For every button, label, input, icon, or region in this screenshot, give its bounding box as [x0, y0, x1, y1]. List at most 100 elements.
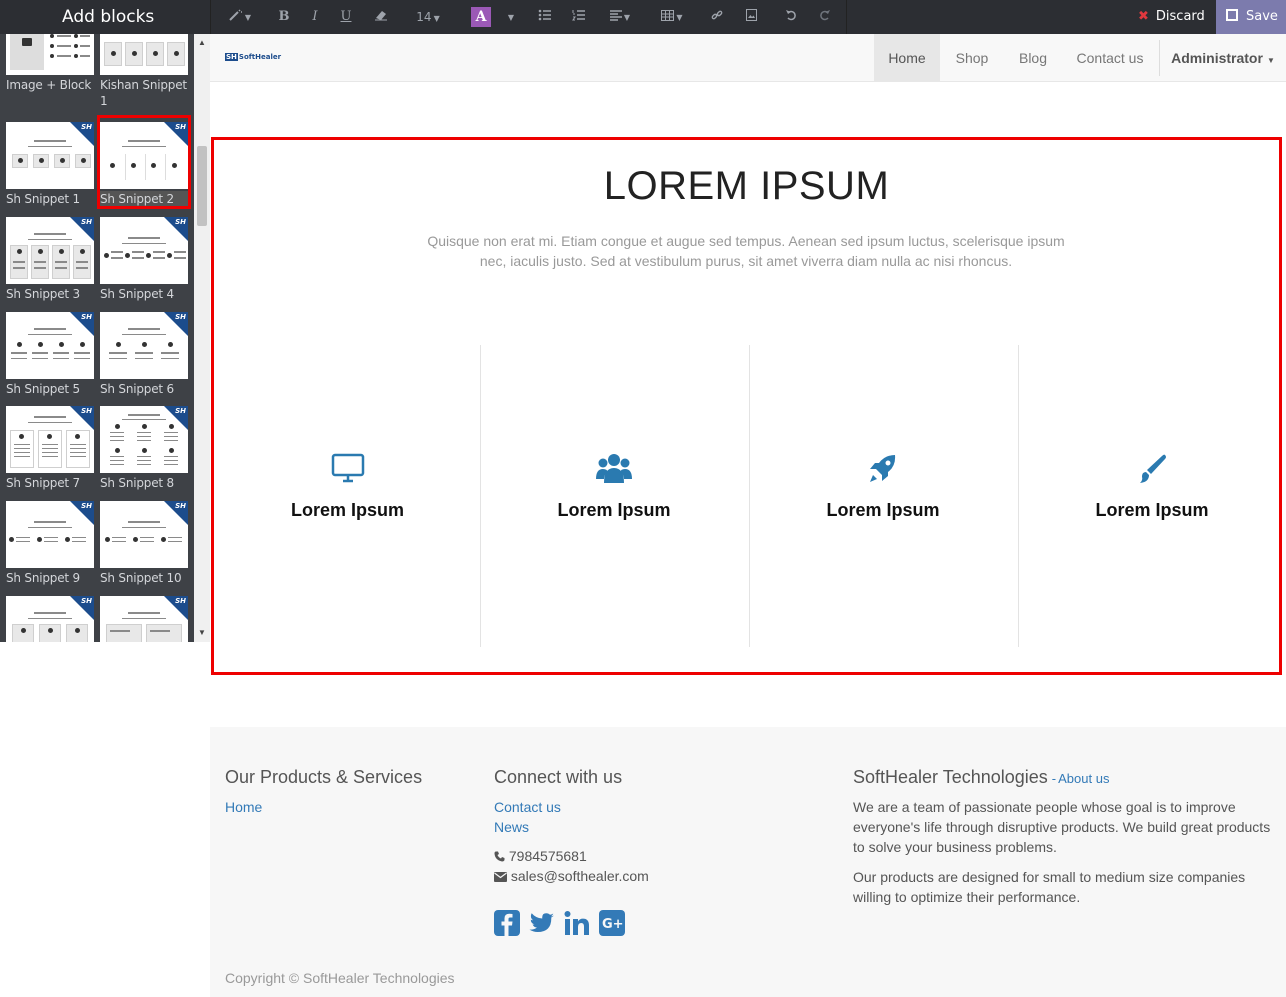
- link-icon[interactable]: [708, 0, 726, 34]
- nav-contact-us[interactable]: Contact us: [1066, 34, 1154, 82]
- snippet-sh-9[interactable]: SH Sh Snippet 9: [6, 501, 94, 586]
- selected-snippet-highlight: [97, 115, 191, 209]
- snippet-sh-10[interactable]: SH Sh Snippet 10: [100, 501, 188, 586]
- snippet-thumbnail: SH: [6, 122, 94, 189]
- feature-title: Lorem Ipsum: [1095, 500, 1209, 520]
- snippet-thumbnail: SH: [6, 596, 94, 642]
- block-subtitle: Quisque non erat mi. Etiam congue et aug…: [426, 231, 1066, 271]
- align-icon[interactable]: ▼: [606, 0, 634, 34]
- nav-home[interactable]: Home: [874, 34, 940, 82]
- footer-link-contact-us[interactable]: Contact us: [494, 799, 561, 815]
- snippet-list-scrollbar[interactable]: ▲ ▼: [194, 34, 210, 642]
- snippet-thumbnail: [100, 34, 188, 75]
- snippet-sh-7[interactable]: SH Sh Snippet 7: [6, 406, 94, 491]
- snippet-sh-6[interactable]: SH Sh Snippet 6: [100, 312, 188, 397]
- font-size-value: 14: [416, 10, 432, 24]
- sh-badge-icon: SH: [81, 123, 92, 131]
- snippet-partial[interactable]: SH: [6, 596, 94, 642]
- save-button[interactable]: Save: [1216, 0, 1286, 34]
- footer-about-paragraph-2: Our products are designed for small to m…: [853, 869, 1246, 905]
- scroll-up-arrow-icon[interactable]: ▲: [194, 36, 210, 50]
- nav-administrator-dropdown[interactable]: Administrator ▼: [1165, 34, 1281, 82]
- text-color-icon[interactable]: A: [471, 7, 491, 27]
- redo-icon[interactable]: [816, 0, 834, 34]
- snippet-label: Sh Snippet 1: [6, 192, 80, 206]
- feature-title: Lorem Ipsum: [826, 500, 940, 520]
- about-us-link[interactable]: About us: [1058, 771, 1109, 786]
- sh-badge-icon: SH: [81, 407, 92, 415]
- linkedin-icon[interactable]: [564, 910, 590, 936]
- phone-icon: [494, 851, 505, 862]
- snippet-thumbnail: SH: [6, 312, 94, 379]
- snippet-thumbnail: SH: [100, 217, 188, 284]
- floppy-disk-icon: [1226, 9, 1238, 21]
- footer-connect-heading: Connect with us: [494, 767, 623, 787]
- sh-badge-icon: SH: [175, 218, 186, 226]
- eraser-icon[interactable]: [370, 0, 392, 34]
- font-size-select[interactable]: 14 ▼: [410, 0, 446, 34]
- snippet-sh-4[interactable]: SH Sh Snippet 4: [100, 217, 188, 302]
- envelope-icon: [494, 872, 507, 882]
- snippet-sh-5[interactable]: SH Sh Snippet 5: [6, 312, 94, 397]
- subtitle-line: Quisque non erat mi. Etiam congue et aug…: [427, 233, 1065, 249]
- twitter-icon[interactable]: [529, 910, 555, 936]
- block-title: LOREM IPSUM: [603, 164, 890, 208]
- table-icon[interactable]: ▼: [658, 0, 686, 34]
- facebook-icon[interactable]: [494, 910, 520, 936]
- snippet-kishan-1[interactable]: Kishan Snippet 1: [100, 34, 188, 109]
- magic-wand-icon[interactable]: ▼: [226, 0, 254, 34]
- snippet-image-block[interactable]: Image + Block: [6, 34, 94, 93]
- undo-icon[interactable]: [782, 0, 800, 34]
- underline-icon[interactable]: U: [336, 0, 356, 34]
- sh-badge-icon: SH: [175, 313, 186, 321]
- italic-icon[interactable]: I: [305, 0, 325, 34]
- nav-blog[interactable]: Blog: [1005, 34, 1061, 82]
- site-navbar: SH SoftHealer Home Shop Blog Contact us A…: [210, 34, 1286, 82]
- text-color-dropdown-caret[interactable]: ▼: [502, 0, 518, 34]
- sh-badge-icon: SH: [175, 597, 186, 605]
- snippet-label: Image + Block: [6, 78, 92, 92]
- snippet-thumbnail: SH: [6, 406, 94, 473]
- footer-link-news[interactable]: News: [494, 819, 529, 835]
- image-icon[interactable]: [742, 0, 760, 34]
- site-logo[interactable]: SH SoftHealer: [225, 53, 281, 61]
- user-name: Administrator: [1171, 50, 1263, 66]
- feature-column: Lorem Ipsum: [1018, 345, 1285, 647]
- snippet-label: Sh Snippet 3: [6, 287, 80, 301]
- snippet-partial[interactable]: SH: [100, 596, 188, 642]
- snippet-thumbnail: SH: [100, 406, 188, 473]
- ordered-list-icon[interactable]: [570, 0, 588, 34]
- footer-link-home[interactable]: Home: [225, 799, 262, 815]
- phone-number: 7984575681: [508, 848, 587, 864]
- site-footer: Our Products & Services Home Connect wit…: [210, 727, 1286, 997]
- svg-text:G+: G+: [602, 917, 624, 932]
- nav-shop[interactable]: Shop: [944, 34, 1000, 82]
- snippet-sh-1[interactable]: SH Sh Snippet 1: [6, 122, 94, 207]
- unordered-list-icon[interactable]: [536, 0, 554, 34]
- feature-title: Lorem Ipsum: [557, 500, 671, 520]
- sh-badge-icon: SH: [81, 597, 92, 605]
- snippet-label: Sh Snippet 5: [6, 382, 80, 396]
- add-blocks-panel: Add blocks Image + Block Kishan Snippet …: [0, 0, 210, 642]
- snippet-sh-8[interactable]: SH Sh Snippet 8: [100, 406, 188, 491]
- selected-snippet-block[interactable]: LOREM IPSUM Quisque non erat mi. Etiam c…: [211, 137, 1282, 675]
- snippet-thumbnail: SH: [6, 501, 94, 568]
- footer-email: sales@softhealer.com: [494, 866, 649, 886]
- sh-badge-icon: SH: [175, 407, 186, 415]
- feature-column: Lorem Ipsum: [214, 345, 481, 647]
- google-plus-icon[interactable]: G+: [599, 910, 625, 936]
- feature-column: Lorem Ipsum: [749, 345, 1016, 647]
- snippet-thumbnail: SH: [100, 596, 188, 642]
- snippet-label: Sh Snippet 7: [6, 476, 80, 490]
- bold-icon[interactable]: B: [274, 0, 294, 34]
- discard-button[interactable]: ✖ Discard: [1126, 0, 1216, 34]
- scrollbar-thumb[interactable]: [197, 146, 207, 226]
- scroll-down-arrow-icon[interactable]: ▼: [194, 626, 210, 640]
- snippet-thumbnail: SH: [100, 501, 188, 568]
- feature-title: Lorem Ipsum: [290, 500, 405, 520]
- monitor-icon: [214, 453, 481, 487]
- snippet-sh-3[interactable]: SH Sh Snippet 3: [6, 217, 94, 302]
- paint-brush-icon: [1019, 453, 1285, 487]
- snippet-thumbnail: [6, 34, 94, 75]
- snippet-label: Sh Snippet 8: [100, 476, 174, 490]
